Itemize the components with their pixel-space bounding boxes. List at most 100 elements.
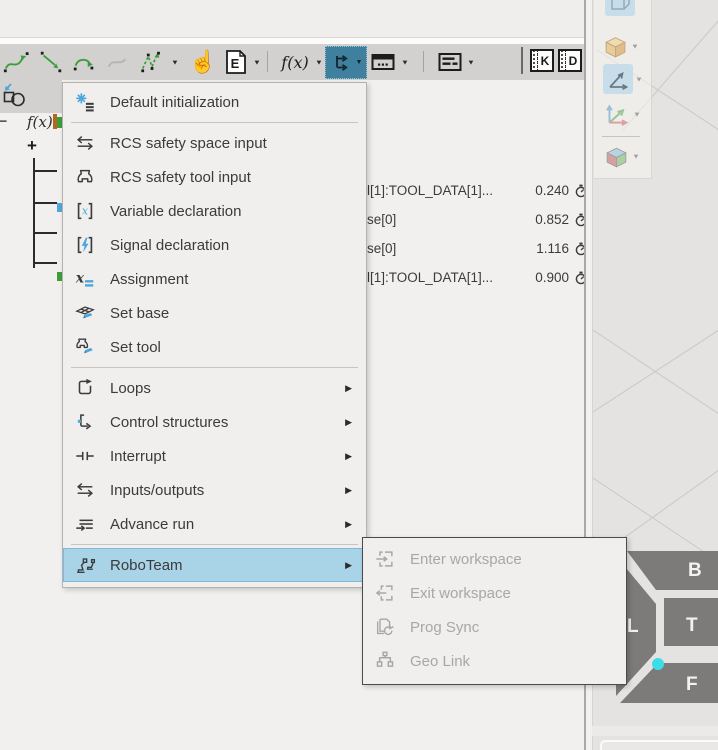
menu-item-set-base[interactable]: Set base [63, 296, 366, 330]
menu-item-label: Loops [110, 379, 151, 397]
submenu-item-label: Geo Link [410, 652, 471, 670]
geo-link-icon [373, 649, 397, 673]
frame-display-caret[interactable]: ▼ [635, 75, 643, 83]
menu-separator [71, 544, 358, 545]
set-tool-icon [73, 335, 97, 359]
row-duration: 0.900 [535, 270, 569, 285]
logic-commands-button-selected[interactable]: ▼ [325, 46, 367, 79]
fx-dropdown-caret[interactable]: ▼ [312, 47, 326, 78]
shaded-cube-caret[interactable]: ▼ [631, 43, 639, 51]
submenu-arrow-icon: ▶ [345, 484, 352, 495]
view-toolbar-separator [602, 136, 640, 137]
grab-hand-icon: ☝ [189, 49, 217, 74]
svg-text:x: x [75, 271, 85, 287]
logic-branch-icon [335, 54, 348, 71]
logic-dropdown-caret[interactable]: ▼ [356, 59, 363, 66]
form-view-button[interactable] [436, 44, 464, 80]
menu-item-rcs-safety-space-input[interactable]: RCS safety space input [63, 126, 366, 160]
assignment-icon: x [73, 267, 97, 291]
fx-inline-form-button[interactable]: f(x) [278, 44, 312, 80]
enter-workspace-icon [373, 547, 397, 571]
menu-item-interrupt[interactable]: Interrupt ▶ [63, 439, 366, 473]
frame-display-button[interactable]: ▼ [603, 64, 643, 94]
submenu-item-geo-link: Geo Link [363, 644, 626, 678]
spline-disabled-icon [107, 58, 127, 68]
menu-item-label: Signal declaration [110, 236, 230, 254]
set-base-icon [73, 301, 97, 325]
tree-fx-node-label: f(x) [27, 113, 53, 131]
linear-motion-button[interactable] [36, 44, 66, 80]
program-row[interactable]: l[1]:TOOL_DATA[1]... 0.240 [367, 176, 587, 205]
menu-item-roboteam[interactable]: RoboTeam ▶ [63, 548, 366, 582]
shaded-cube-button[interactable]: ▼ [602, 33, 639, 60]
view-cube-mode-button[interactable] [605, 0, 635, 16]
menu-item-signal-declaration[interactable]: Signal declaration [63, 228, 366, 262]
row-duration: 1.116 [536, 241, 569, 256]
circular-motion-button[interactable] [68, 44, 100, 80]
triad-button[interactable]: ▼ [603, 100, 641, 128]
variable-declaration-icon: x [73, 199, 97, 223]
e-document-icon: E [226, 50, 246, 74]
inline-table-caret[interactable]: ▼ [398, 47, 412, 78]
dat-editor-button[interactable]: D [558, 49, 582, 72]
linear-motion-icon [40, 51, 62, 73]
program-row-list: l[1]:TOOL_DATA[1]... 0.240 se[0] 0.852 s… [367, 176, 587, 292]
tree-branch-line [33, 202, 57, 204]
spline-motion-icon [3, 52, 29, 73]
orientation-cube-button[interactable]: ▼ [603, 143, 640, 170]
menu-item-set-tool[interactable]: Set tool [63, 330, 366, 364]
svg-text:x: x [82, 205, 89, 218]
view-cube-corner-dot[interactable] [652, 658, 664, 670]
menu-item-advance-run[interactable]: Advance run ▶ [63, 507, 366, 541]
tree-branch-line [33, 232, 57, 234]
menu-item-rcs-safety-tool-input[interactable]: RCS safety tool input [63, 160, 366, 194]
program-row[interactable]: se[0] 0.852 [367, 205, 587, 234]
safety-space-icon [73, 131, 97, 155]
triad-caret[interactable]: ▼ [633, 110, 641, 118]
inline-table-icon [371, 54, 395, 70]
submenu-arrow-icon: ▶ [345, 382, 352, 393]
default-initialization-icon [73, 90, 97, 114]
inline-table-button[interactable] [368, 44, 398, 80]
menu-item-inputs-outputs[interactable]: Inputs/outputs ▶ [63, 473, 366, 507]
submenu-item-prog-sync: Prog Sync [363, 610, 626, 644]
program-row[interactable]: l[1]:TOOL_DATA[1]... 0.900 [367, 263, 587, 292]
tree-branch-line [33, 262, 57, 264]
menu-item-label: Variable declaration [110, 202, 242, 220]
menu-item-label: RCS safety tool input [110, 168, 251, 186]
bottom-right-strip [592, 726, 718, 736]
program-row[interactable]: se[0] 1.116 [367, 234, 587, 263]
view-toolbar: ▼ ▼ ▼ ▼ [594, 0, 652, 179]
tree-item-icon-sliver [53, 114, 57, 129]
menu-item-assignment[interactable]: x Assignment [63, 262, 366, 296]
menu-item-control-structures[interactable]: Control structures ▶ [63, 405, 366, 439]
ptp-motion-icon [141, 51, 160, 73]
orientation-cube-icon [606, 147, 627, 168]
menu-item-loops[interactable]: Loops ▶ [63, 371, 366, 405]
e-document-caret[interactable]: ▼ [250, 47, 264, 78]
form-view-caret[interactable]: ▼ [464, 47, 478, 78]
menu-item-variable-declaration[interactable]: x Variable declaration [63, 194, 366, 228]
tree-expand-toggle[interactable]: + [24, 136, 40, 156]
ptp-motion-button[interactable] [136, 44, 168, 80]
svg-text:E: E [231, 56, 240, 71]
ribbon-empty-strip [0, 0, 586, 38]
krl-editor-button[interactable]: K [530, 49, 554, 72]
submenu-arrow-icon: ▶ [345, 416, 352, 427]
menu-item-label: Assignment [110, 270, 189, 288]
e-document-button[interactable]: E [222, 44, 250, 80]
orientation-cube-caret[interactable]: ▼ [632, 153, 640, 161]
ptp-dropdown-caret[interactable]: ▼ [168, 47, 182, 78]
geometry-select-button[interactable] [2, 83, 28, 109]
shaded-cube-icon [604, 37, 627, 58]
menu-item-label: RCS safety space input [110, 134, 267, 152]
spline-motion-button[interactable] [0, 44, 32, 80]
submenu-item-enter-workspace: Enter workspace [363, 542, 626, 576]
row-duration: 0.240 [535, 183, 569, 198]
control-structures-icon [73, 410, 97, 434]
circular-motion-icon [73, 58, 94, 71]
menu-item-default-initialization[interactable]: Default initialization [63, 85, 366, 119]
axes-icon [609, 72, 629, 90]
submenu-item-label: Exit workspace [410, 584, 511, 602]
tree-collapse-toggle[interactable]: − [0, 111, 8, 132]
